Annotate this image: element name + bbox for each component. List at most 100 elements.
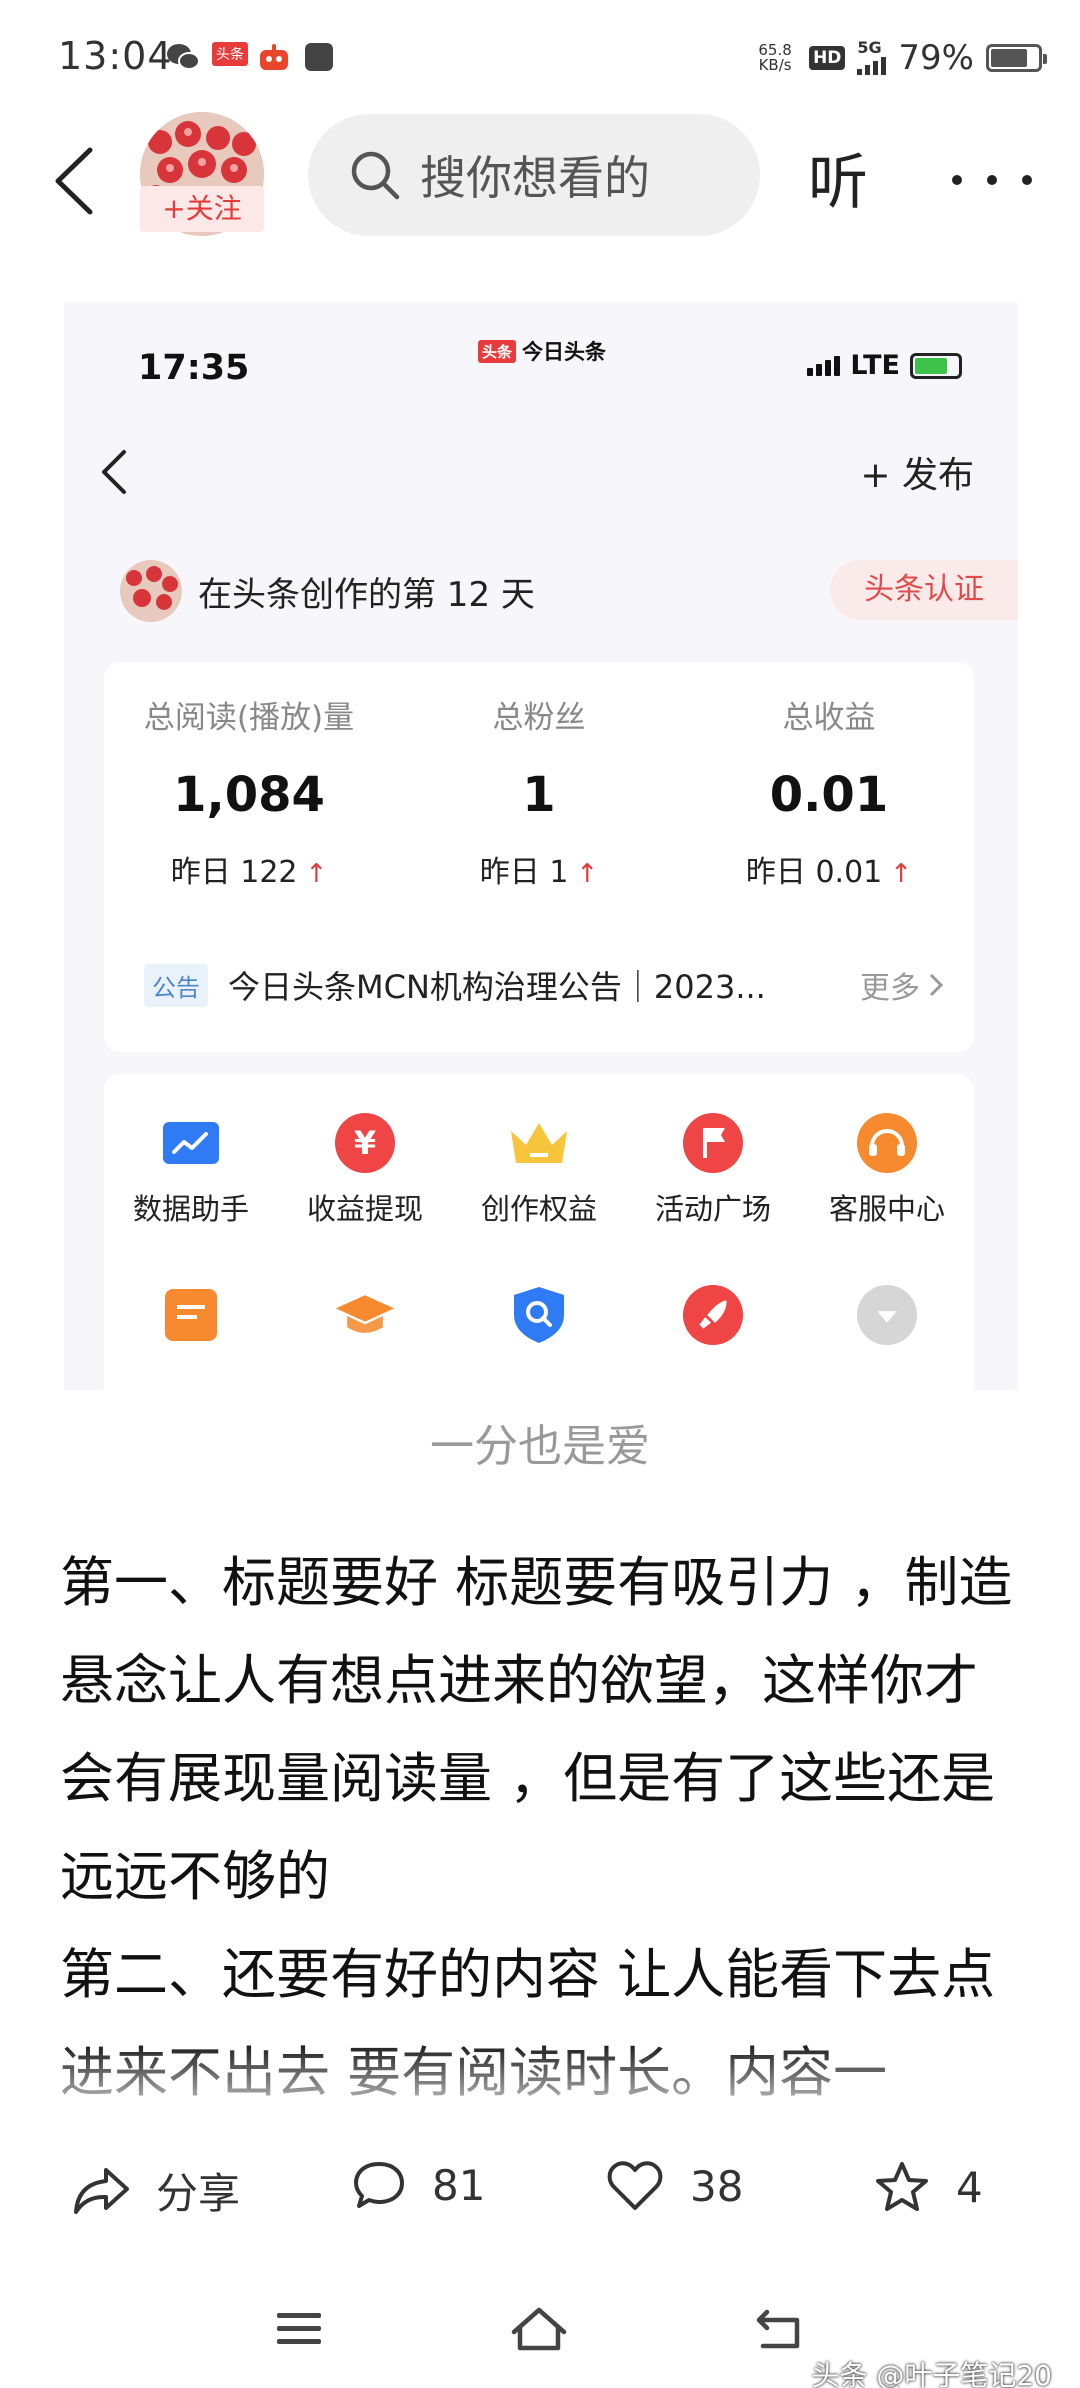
battery-percent: 79% xyxy=(898,38,974,78)
screenshot-publish-label: + 发布 xyxy=(860,455,974,496)
crown-icon xyxy=(508,1112,570,1174)
home-icon xyxy=(511,2307,567,2351)
net-speed-unit: KB/s xyxy=(758,56,792,74)
tool-row2-expand xyxy=(800,1284,974,1346)
screenshot-app-logo: 头条 今日头条 xyxy=(478,336,606,366)
screenshot-time: 17:35 xyxy=(138,348,250,388)
net-speed: 65.8 KB/s xyxy=(753,43,797,73)
nav-back-button[interactable] xyxy=(744,2294,814,2364)
author-avatar-group[interactable]: +关注 xyxy=(140,112,264,236)
tool-label: 创作权益 xyxy=(480,1192,597,1226)
yuan-icon: ¥ xyxy=(334,1112,396,1174)
flag-icon xyxy=(682,1112,744,1174)
up-arrow-icon: ↑ xyxy=(305,859,328,889)
hd-badge: HD xyxy=(809,46,846,70)
image-caption: 一分也是爱 xyxy=(430,1421,650,1472)
chevron-down-icon xyxy=(856,1284,918,1346)
signal-icon: 5G xyxy=(857,38,887,75)
stat-yesterday: 昨日 1 xyxy=(479,855,569,890)
chart-icon xyxy=(160,1112,222,1174)
network-type: 5G xyxy=(857,38,882,57)
stat-yesterday: 昨日 122 xyxy=(170,855,298,890)
comment-icon xyxy=(354,2162,404,2208)
notice-tag: 公告 xyxy=(144,963,208,1007)
screenshot-creation-days-text: 在头条创作的第 12 天 xyxy=(198,574,535,615)
like-button[interactable]: 38 xyxy=(606,2160,743,2212)
screenshot-status-right: LTE xyxy=(807,350,962,381)
screenshot-app-badge: 头条 xyxy=(478,339,517,363)
up-arrow-icon: ↑ xyxy=(890,859,913,889)
more-dot-icon xyxy=(1022,175,1032,185)
content-fade xyxy=(0,2040,1080,2130)
listen-button[interactable]: 听 xyxy=(808,134,868,221)
share-icon xyxy=(74,2167,129,2214)
comment-button[interactable]: 81 xyxy=(352,2160,485,2210)
article-detail-page: 13:04 头条 65.8 KB/s HD 5G 79% +关注 搜你想看的 听… xyxy=(0,0,1080,2388)
article-body: 第一、标题要好 标题要有吸引力 ，制造悬念让人有想点进来的欲望，这样你才会有展现… xyxy=(60,1534,1024,2122)
follow-button[interactable]: +关注 xyxy=(140,186,264,232)
tool-data-assistant: 数据助手 xyxy=(104,1112,278,1228)
more-options-button[interactable] xyxy=(952,150,1032,210)
screenshot-back-icon xyxy=(94,442,134,502)
toutiao-badge-icon: 头条 xyxy=(212,42,248,66)
tool-row2-promote xyxy=(626,1284,800,1346)
wechat-icon xyxy=(166,42,200,72)
notice-more: 更多 xyxy=(860,963,944,1007)
stat-yesterday: 昨日 0.01 xyxy=(745,855,883,890)
tool-row2-learning xyxy=(278,1284,452,1346)
headset-icon xyxy=(856,1112,918,1174)
chevron-right-icon xyxy=(929,973,944,997)
heart-icon xyxy=(607,2161,663,2210)
article-image-screenshot[interactable]: 17:35 头条 今日头条 LTE + 发布 在头条创作的第 12 天 头条认证… xyxy=(64,302,1018,1390)
tool-customer-service: 客服中心 xyxy=(800,1112,974,1228)
tool-activity-square: 活动广场 xyxy=(626,1112,800,1228)
screenshot-network: LTE xyxy=(850,350,900,381)
stat-total-reads: 总阅读(播放)量 1,084 昨日 122 ↑ xyxy=(104,692,394,891)
search-placeholder: 搜你想看的 xyxy=(420,151,650,205)
screenshot-app-name: 今日头条 xyxy=(522,340,607,364)
battery-icon xyxy=(986,44,1047,72)
screenshot-avatar xyxy=(120,560,182,622)
screenshot-stats-card: 总阅读(播放)量 1,084 昨日 122 ↑ 总粉丝 1 昨日 1 ↑ 总收益 0… xyxy=(104,662,974,1052)
svg-text:¥: ¥ xyxy=(354,1124,376,1162)
up-arrow-icon: ↑ xyxy=(576,859,599,889)
screenshot-signal-icon xyxy=(807,355,841,376)
stat-label: 总粉丝 xyxy=(492,700,586,736)
tool-income-withdraw: ¥ 收益提现 xyxy=(278,1112,452,1228)
screenshot-cert-badge: 头条认证 xyxy=(830,560,1018,620)
article-paragraph: 第一、标题要好 标题要有吸引力 ，制造悬念让人有想点进来的欲望，这样你才会有展现… xyxy=(60,1551,1013,1908)
status-time: 13:04 xyxy=(58,34,173,78)
return-icon xyxy=(756,2309,800,2349)
rocket-icon xyxy=(682,1284,744,1346)
more-dot-icon xyxy=(987,175,997,185)
share-label: 分享 xyxy=(156,2169,241,2218)
nav-menu-button[interactable] xyxy=(264,2294,334,2364)
graduation-cap-icon xyxy=(334,1284,396,1346)
share-button[interactable]: 分享 xyxy=(72,2160,240,2221)
stat-total-fans: 总粉丝 1 昨日 1 ↑ xyxy=(394,692,684,891)
tool-label: 客服中心 xyxy=(828,1192,945,1226)
nav-home-button[interactable] xyxy=(504,2294,574,2364)
tool-label: 活动广场 xyxy=(654,1192,771,1226)
stat-total-income: 总收益 0.01 昨日 0.01 ↑ xyxy=(684,692,974,891)
back-arrow-icon xyxy=(55,147,93,215)
notice-more-label: 更多 xyxy=(860,971,920,1006)
menu-icon xyxy=(277,2313,321,2344)
document-icon xyxy=(160,1284,222,1346)
stat-label: 总收益 xyxy=(782,700,876,736)
tool-label: 数据助手 xyxy=(132,1192,249,1226)
like-count: 38 xyxy=(690,2161,744,2211)
favorite-button[interactable]: 4 xyxy=(874,2160,983,2214)
more-dot-icon xyxy=(952,175,962,185)
status-right-group: 65.8 KB/s HD 5G 79% xyxy=(753,36,1047,80)
tool-row2-document xyxy=(104,1284,278,1346)
notice-text: 今日头条MCN机构治理公告｜2023... xyxy=(228,968,766,1006)
search-bar[interactable]: 搜你想看的 xyxy=(308,114,760,236)
bottom-action-bar: 分享 81 38 4 xyxy=(0,2130,1080,2250)
stat-value: 1 xyxy=(522,767,556,823)
favorite-count: 4 xyxy=(956,2162,983,2212)
toutiao-badge-label: 头条 xyxy=(212,42,248,66)
tool-row2-search xyxy=(452,1284,626,1346)
stat-label: 总阅读(播放)量 xyxy=(143,700,355,736)
back-button[interactable] xyxy=(44,136,104,226)
